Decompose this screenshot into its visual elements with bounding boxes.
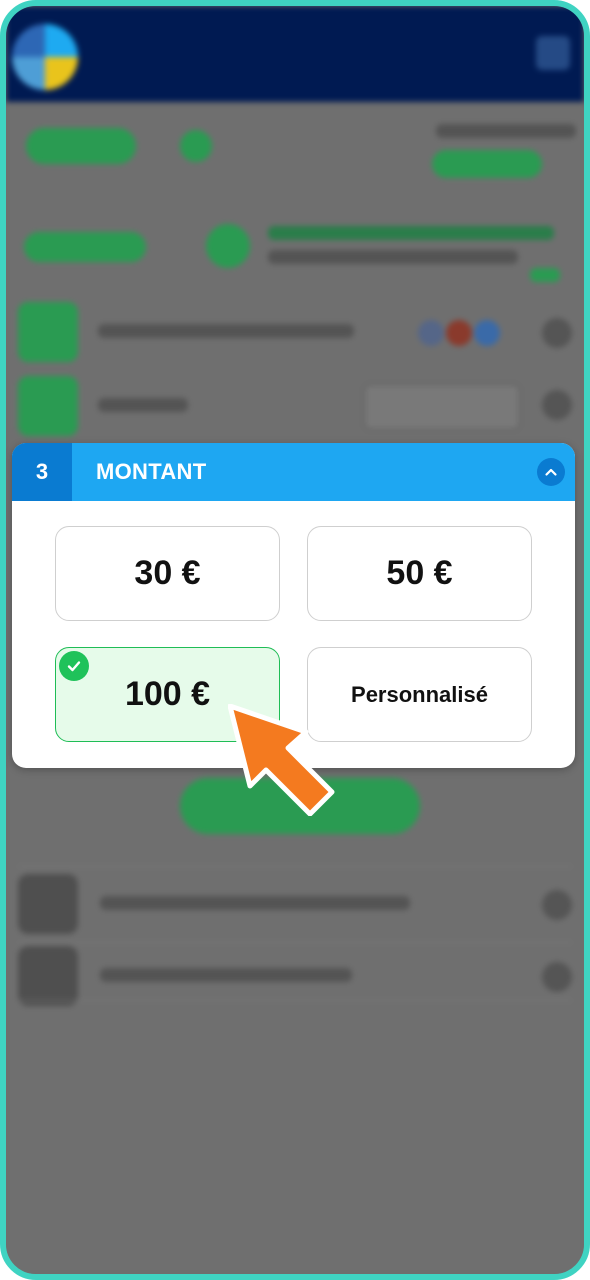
bg-text <box>436 124 576 138</box>
bg-green-label-2 <box>24 232 146 262</box>
bg-divider-3 <box>18 1000 572 1001</box>
bg-step-2-text <box>98 398 188 412</box>
amount-option-50[interactable]: 50 € <box>307 526 532 621</box>
bg-divider <box>18 866 572 867</box>
bg-text-2 <box>268 226 554 240</box>
bg-step-4-text <box>100 896 410 910</box>
bg-green-dot <box>180 130 212 162</box>
bg-green-value <box>432 150 542 178</box>
bg-chevron-2 <box>542 390 572 420</box>
chevron-up-icon[interactable] <box>537 458 565 486</box>
bg-green-dot-2 <box>206 224 250 268</box>
amount-option-30[interactable]: 30 € <box>55 526 280 621</box>
bg-step-4 <box>18 874 78 934</box>
bg-step-1 <box>18 302 78 362</box>
bg-step-5 <box>18 946 78 1006</box>
step-number: 3 <box>12 443 72 501</box>
logo-icon <box>12 24 78 90</box>
bg-card-3 <box>474 320 500 346</box>
bg-step-5-text <box>100 968 352 982</box>
bg-step-2 <box>18 376 78 436</box>
device-frame: 3 MONTANT 30 € 50 € 100 € Personnalisé <box>0 0 590 1280</box>
cursor-arrow-icon <box>228 704 335 816</box>
menu-icon <box>536 36 570 70</box>
bg-chevron <box>530 268 560 282</box>
bg-divider-2 <box>18 942 572 943</box>
bg-text-3 <box>268 250 518 264</box>
bg-card-1 <box>418 320 444 346</box>
panel-header[interactable]: 3 MONTANT <box>12 443 575 501</box>
bg-card-2 <box>446 320 472 346</box>
bg-chevron-1 <box>542 318 572 348</box>
amount-option-custom[interactable]: Personnalisé <box>307 647 532 742</box>
bg-step-1-text <box>98 324 354 338</box>
check-icon <box>59 651 89 681</box>
panel-title: MONTANT <box>96 459 207 484</box>
bg-green-label <box>26 128 136 164</box>
bg-chevron-5 <box>542 962 572 992</box>
bg-dropdown <box>364 384 520 430</box>
amount-option-100-label: 100 € <box>124 675 211 713</box>
bg-chevron-4 <box>542 890 572 920</box>
top-bar <box>6 6 584 102</box>
